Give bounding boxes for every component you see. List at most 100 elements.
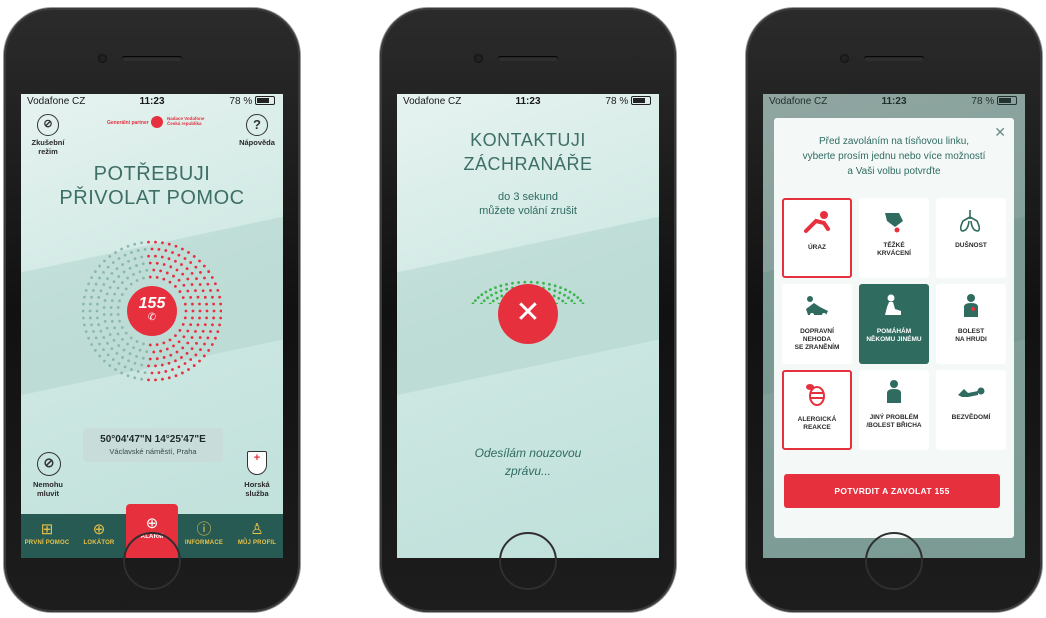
- ring-dot: [190, 271, 194, 275]
- ring-dot: [157, 371, 161, 375]
- mountain-rescue-icon[interactable]: +: [247, 451, 267, 475]
- option-label: JINÝ PROBLÉM /BOLEST BŘICHA: [866, 414, 922, 429]
- ring-dot: [174, 334, 177, 338]
- ring-dot: [177, 278, 181, 282]
- ring-dot: [180, 263, 183, 266]
- option-allergic-reaction[interactable]: ALERGICKÁ REAKCE: [782, 370, 852, 450]
- ring-dot: [87, 282, 90, 286]
- ring-dot: [106, 353, 110, 357]
- ring-dot: [150, 247, 154, 251]
- ring-dot: [194, 265, 198, 269]
- ring-dot: [135, 355, 138, 358]
- tab-locator[interactable]: ⊕ LOKÁTOR: [73, 514, 125, 558]
- ring-dot: [157, 247, 161, 251]
- ring-dot: [190, 347, 194, 351]
- ring-dot: [122, 270, 126, 274]
- phone-1: Vodafone CZ 11:23 78 % ⊘ Zkušební režim …: [4, 8, 300, 612]
- ring-dot: [198, 302, 201, 306]
- option-helping-someone[interactable]: POMÁHÁM NĚKOMU JINÉMU: [859, 284, 929, 364]
- ring-dot: [195, 341, 198, 345]
- ring-dot: [181, 296, 185, 299]
- camera: [98, 54, 107, 63]
- ring-dot: [103, 359, 106, 363]
- progress-dot: [547, 287, 551, 291]
- ring-dot: [207, 270, 211, 273]
- ring-dot: [212, 316, 216, 320]
- tab-label: INFORMACE: [184, 540, 224, 546]
- ring-dot: [133, 242, 137, 246]
- option-bleeding[interactable]: TĚŽKÉ KRVÁCENÍ: [859, 198, 929, 278]
- ring-dot: [99, 329, 103, 333]
- help-icon[interactable]: ?: [246, 114, 268, 136]
- ring-dot: [160, 363, 164, 367]
- test-mode-icon[interactable]: ⊘: [37, 114, 59, 136]
- ring-dot: [130, 251, 133, 254]
- ring-dot: [203, 323, 207, 327]
- ring-dot: [141, 356, 145, 360]
- ring-dot: [97, 323, 101, 327]
- option-chest-pain[interactable]: BOLEST NA HRUDI: [936, 284, 1006, 364]
- ring-dot: [150, 371, 154, 375]
- progress-dot: [535, 281, 539, 284]
- option-traffic-accident[interactable]: DOPRAVNÍ NEHODA SE ZRANĚNÍM: [782, 284, 852, 364]
- ring-dot: [112, 280, 116, 284]
- tab-info[interactable]: ⓘ INFORMACE: [178, 514, 230, 558]
- ring-dot: [118, 319, 121, 323]
- close-icon: ✕: [515, 296, 541, 329]
- phone-2: Vodafone CZ 11:23 78 % KONTAKTUJI ZÁCHRA…: [380, 8, 676, 612]
- tab-first-aid[interactable]: ⊞ PRVNÍ POMOC: [21, 514, 73, 558]
- ring-dot: [90, 295, 93, 299]
- call-155-button[interactable]: 155 ✆: [127, 286, 177, 336]
- ring-dot: [175, 268, 179, 272]
- status-bar: Vodafone CZ 11:23 78 %: [397, 94, 659, 110]
- ring-dot: [183, 362, 187, 365]
- progress-dot: [564, 302, 568, 304]
- ring-dot: [198, 316, 201, 320]
- ring-dot: [113, 326, 117, 330]
- mute-icon[interactable]: ⊘: [37, 452, 61, 476]
- progress-dot: [490, 293, 493, 297]
- ring-dot: [218, 295, 221, 299]
- ring-dot: [115, 267, 119, 271]
- ring-dot: [94, 336, 98, 340]
- home-button[interactable]: [499, 532, 557, 590]
- tab-profile[interactable]: ♙ MŮJ PROFIL: [231, 514, 283, 558]
- chest-pain-icon: [964, 294, 978, 317]
- option-dyspnea[interactable]: DUŠNOST: [936, 198, 1006, 278]
- ring-dot: [210, 276, 214, 279]
- home-button[interactable]: [123, 532, 181, 590]
- battery-indicator: 78 %: [605, 96, 651, 107]
- battery-indicator: 78 %: [229, 96, 275, 107]
- ring-dot: [124, 331, 128, 335]
- cancel-call-button[interactable]: ✕: [498, 284, 558, 344]
- ring-dot: [140, 255, 144, 259]
- ring-dot: [174, 374, 178, 378]
- address: Václavské náměstí, Praha: [109, 447, 197, 456]
- ring-dot: [102, 313, 106, 316]
- option-label: BEZVĚDOMÍ: [951, 414, 991, 421]
- ring-dot: [219, 316, 222, 320]
- home-button[interactable]: [865, 532, 923, 590]
- ring-dot: [205, 309, 209, 313]
- ring-dot: [198, 259, 201, 263]
- progress-dot: [484, 290, 488, 294]
- stomach-pain-icon: [887, 380, 901, 403]
- ring-dot: [147, 240, 150, 244]
- option-injury[interactable]: ÚRAZ: [782, 198, 852, 278]
- ring-dot: [203, 276, 206, 280]
- ring-dot: [174, 244, 178, 248]
- mute-label: Nemohu mluvit: [33, 480, 63, 498]
- progress-dot: [563, 293, 566, 297]
- help-label: Nápověda: [239, 138, 275, 147]
- progress-dot: [491, 299, 495, 303]
- ring-dot: [178, 329, 182, 332]
- ring-dot: [126, 276, 130, 280]
- option-unconscious[interactable]: BEZVĚDOMÍ: [936, 370, 1006, 450]
- progress-dot: [517, 281, 521, 284]
- option-other-problem[interactable]: JINÝ PROBLÉM /BOLEST BŘICHA: [859, 370, 929, 450]
- heading-line1: Před zavoláním na tísňovou linku,: [818, 136, 970, 147]
- bee-icon: [806, 384, 825, 406]
- confirm-call-button[interactable]: POTVRDIT A ZAVOLAT 155: [784, 474, 1000, 508]
- ring-dot: [191, 309, 195, 313]
- ring-dot: [154, 240, 157, 244]
